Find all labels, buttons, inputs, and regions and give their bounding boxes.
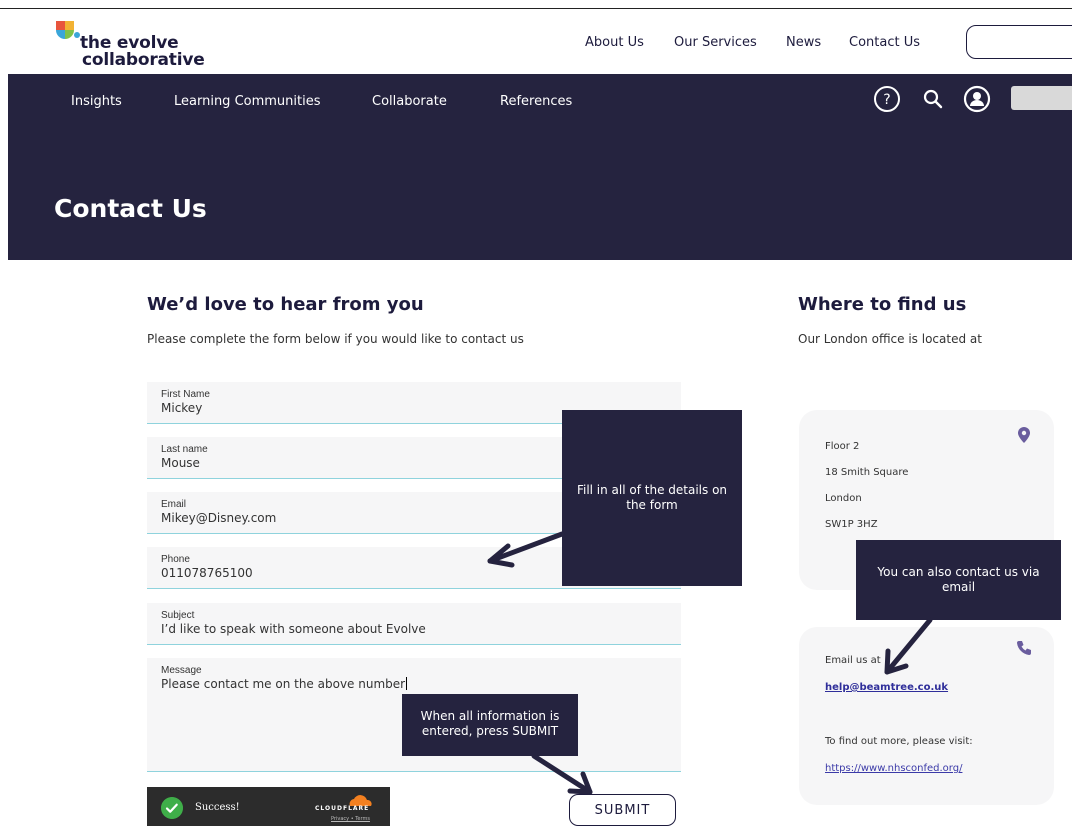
arrow-submit-head bbox=[567, 771, 593, 795]
phone-value[interactable]: 011078765100 bbox=[161, 566, 253, 580]
topnav-our-services[interactable]: Our Services bbox=[674, 35, 757, 50]
top-navigation-bar: the evolve collaborative About Us Our Se… bbox=[0, 8, 1072, 74]
topnav-about-us[interactable]: About Us bbox=[585, 35, 644, 50]
callout-form-tip-text: Fill in all of the details on the form bbox=[576, 483, 728, 512]
check-icon bbox=[161, 797, 183, 819]
map-pin-icon bbox=[1018, 427, 1030, 443]
address-line-2: 18 Smith Square bbox=[825, 467, 909, 478]
phone-label: Phone bbox=[161, 554, 190, 565]
email-prefix: Email us at bbox=[825, 655, 881, 666]
first-name-value[interactable]: Mickey bbox=[161, 401, 202, 415]
subnav-insights[interactable]: Insights bbox=[71, 94, 122, 109]
form-heading: We’d love to hear from you bbox=[147, 294, 424, 315]
topnav-contact-us[interactable]: Contact Us bbox=[849, 35, 920, 50]
captcha-status: Success! bbox=[195, 802, 240, 813]
more-info-text: To find out more, please visit: bbox=[825, 736, 973, 747]
location-heading: Where to find us bbox=[798, 294, 967, 315]
message-value[interactable]: Please contact me on the above number bbox=[161, 677, 405, 691]
email-value[interactable]: Mikey@Disney.com bbox=[161, 511, 276, 525]
address-line-3: London bbox=[825, 493, 862, 504]
topnav-news[interactable]: News bbox=[786, 35, 821, 50]
address-line-4: SW1P 3HZ bbox=[825, 519, 878, 530]
nhsconfed-link[interactable]: https://www.nhsconfed.org/ bbox=[825, 763, 962, 774]
callout-form-tip: Fill in all of the details on the form bbox=[562, 410, 742, 586]
search-icon[interactable] bbox=[918, 84, 948, 114]
page-title: Contact Us bbox=[54, 194, 207, 223]
phone-icon bbox=[1017, 641, 1031, 655]
callout-email-tip: You can also contact us via email bbox=[856, 540, 1061, 620]
user-icon[interactable] bbox=[962, 84, 992, 114]
callout-submit-tip-text: When all information is entered, press S… bbox=[420, 709, 560, 738]
email-label: Email bbox=[161, 499, 187, 510]
first-name-label: First Name bbox=[161, 389, 210, 400]
subject-label: Subject bbox=[161, 610, 195, 621]
text-caret bbox=[406, 677, 408, 690]
logo-text: the evolve collaborative bbox=[80, 35, 205, 69]
callout-submit-tip: When all information is entered, press S… bbox=[402, 694, 578, 756]
location-intro: Our London office is located at bbox=[798, 332, 982, 346]
logo-mark-icon bbox=[56, 21, 80, 39]
hero-band: Insights Learning Communities Collaborat… bbox=[8, 74, 1072, 260]
message-label: Message bbox=[161, 665, 202, 676]
support-email-link[interactable]: help@beamtree.co.uk bbox=[825, 682, 948, 693]
subnav-learning-communities[interactable]: Learning Communities bbox=[174, 94, 321, 109]
last-name-value[interactable]: Mouse bbox=[161, 456, 200, 470]
subject-field[interactable]: Subject I’d like to speak with someone a… bbox=[147, 603, 681, 645]
svg-text:?: ? bbox=[883, 92, 890, 108]
contact-card: Email us at help@beamtree.co.uk To find … bbox=[799, 627, 1054, 805]
subject-value[interactable]: I’d like to speak with someone about Evo… bbox=[161, 622, 426, 636]
help-icon[interactable]: ? bbox=[872, 84, 902, 114]
submit-button[interactable]: SUBMIT bbox=[569, 794, 676, 826]
captcha-brand: CLOUDFLARE bbox=[315, 805, 370, 812]
logo[interactable]: the evolve collaborative bbox=[54, 21, 224, 69]
callout-email-tip-text: You can also contact us via email bbox=[877, 565, 1040, 594]
subnav-references[interactable]: References bbox=[500, 94, 572, 109]
subnav-collaborate[interactable]: Collaborate bbox=[372, 94, 447, 109]
address-line-1: Floor 2 bbox=[825, 441, 860, 452]
last-name-label: Last name bbox=[161, 444, 208, 455]
page: the evolve collaborative About Us Our Se… bbox=[0, 0, 1072, 826]
captcha-widget[interactable]: Success! CLOUDFLARE Privacy • Terms bbox=[147, 787, 390, 826]
logo-line-2: collaborative bbox=[82, 50, 205, 70]
captcha-links[interactable]: Privacy • Terms bbox=[331, 816, 370, 822]
user-name-box[interactable] bbox=[1011, 86, 1072, 110]
form-intro: Please complete the form below if you wo… bbox=[147, 332, 524, 346]
message-value-wrap[interactable]: Please contact me on the above number bbox=[161, 677, 408, 691]
logout-button[interactable]: LOGOUT bbox=[966, 25, 1072, 59]
